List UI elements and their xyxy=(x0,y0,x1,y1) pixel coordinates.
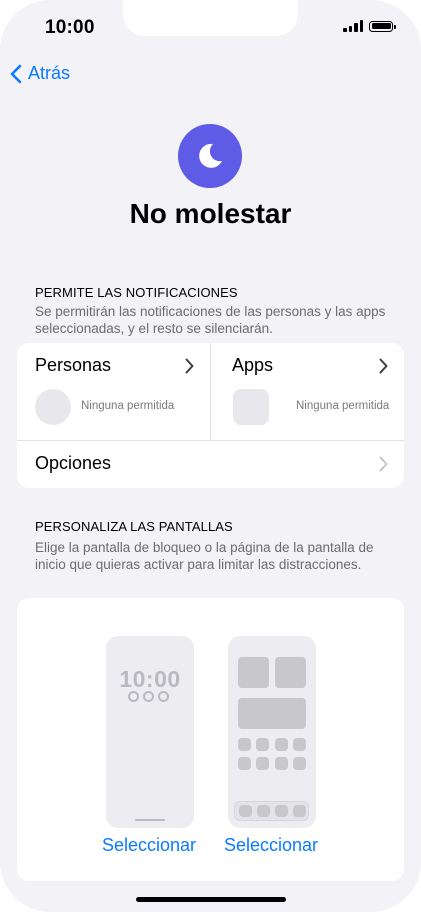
widget-tile xyxy=(275,657,306,688)
app-tile xyxy=(256,757,269,770)
apps-cell[interactable]: Apps Ninguna permitida xyxy=(211,343,404,440)
app-tile xyxy=(275,738,288,751)
apps-status: Ninguna permitida xyxy=(296,400,390,412)
app-tile xyxy=(238,738,251,751)
people-status: Ninguna permitida xyxy=(81,400,175,412)
home-indicator[interactable] xyxy=(136,897,286,902)
options-row[interactable]: Opciones xyxy=(17,441,404,487)
status-icons xyxy=(343,20,396,32)
allow-notifications-card: Personas Ninguna permitida Apps Ninguna … xyxy=(17,343,404,488)
person-placeholder-avatar xyxy=(35,389,71,425)
customize-screens-card: 10:00 Seleccionar Seleccionar xyxy=(17,598,404,881)
dock-app-tile xyxy=(257,805,270,817)
phone-screen: 10:00 Atrás No molestar PERMITE LAS NOTI… xyxy=(0,0,421,912)
chevron-left-icon xyxy=(10,64,22,83)
back-label: Atrás xyxy=(28,63,71,83)
back-button[interactable]: Atrás xyxy=(10,63,70,84)
screens-section-header: PERSONALIZA LAS PANTALLAS xyxy=(35,519,233,534)
dock-app-tile xyxy=(239,805,252,817)
chevron-right-icon xyxy=(379,358,388,374)
app-tile xyxy=(293,738,306,751)
dock-app-tile xyxy=(275,805,288,817)
moon-icon xyxy=(178,124,242,188)
app-tile xyxy=(256,738,269,751)
chevron-right-icon xyxy=(185,358,194,374)
app-tile xyxy=(238,757,251,770)
battery-icon xyxy=(369,20,396,32)
signal-icon xyxy=(343,20,363,32)
status-time: 10:00 xyxy=(45,17,95,38)
lock-screen-preview[interactable]: 10:00 xyxy=(106,636,194,828)
dock-app-tile xyxy=(293,805,306,817)
people-cell[interactable]: Personas Ninguna permitida xyxy=(17,343,210,440)
app-tile xyxy=(293,757,306,770)
allow-section-description: Se permitirán las notificaciones de las … xyxy=(35,304,386,336)
home-screen-preview[interactable] xyxy=(228,636,316,828)
app-placeholder-icon xyxy=(233,389,269,425)
page-title: No molestar xyxy=(129,198,292,229)
people-label: Personas xyxy=(35,355,112,375)
select-home-screen-button[interactable]: Seleccionar xyxy=(211,835,331,856)
dock xyxy=(234,801,309,821)
notch xyxy=(123,0,298,36)
screens-section-description: Elige la pantalla de bloqueo o la página… xyxy=(35,540,374,572)
widget-tile xyxy=(238,657,269,688)
app-tile xyxy=(275,757,288,770)
allow-section-header: PERMITE LAS NOTIFICACIONES xyxy=(35,285,238,300)
chevron-right-icon xyxy=(379,456,388,472)
select-lock-screen-button[interactable]: Seleccionar xyxy=(89,835,209,856)
lock-screen-time: 10:00 xyxy=(119,666,181,692)
widget-circles xyxy=(128,691,169,702)
widget-tile-wide xyxy=(238,698,306,729)
home-bar-mini xyxy=(135,819,165,821)
apps-label: Apps xyxy=(232,355,274,375)
options-label: Opciones xyxy=(35,453,112,473)
